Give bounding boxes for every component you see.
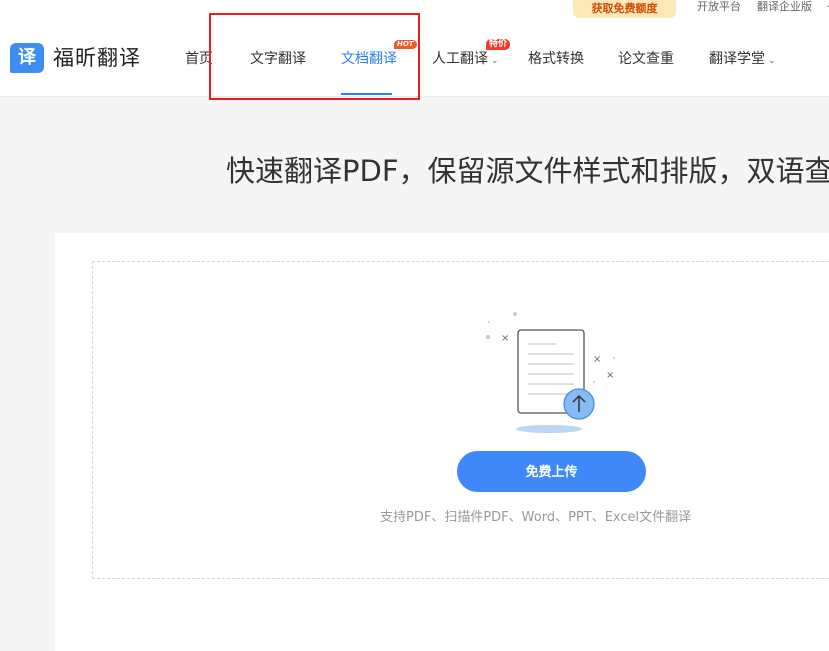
highlight-annotation-box — [209, 13, 420, 100]
nav-item-format-conversion[interactable]: 格式转换 — [528, 50, 584, 68]
page-headline: 快速翻译PDF，保留源文件样式和排版，双语查 — [226, 154, 829, 188]
supported-formats-text: 支持PDF、扫描件PDF、Word、PPT、Excel文件翻译 — [380, 510, 692, 525]
chevron-down-icon: ⌄ — [768, 56, 776, 66]
document-upload-illustration: × × × — [486, 312, 615, 433]
nav-item-label: 人工翻译 — [432, 51, 488, 67]
svg-text:×: × — [606, 370, 614, 381]
nav-item-label: 翻译学堂 — [709, 51, 765, 67]
free-upload-button[interactable]: 免费上传 — [457, 451, 646, 492]
sale-badge: 特价 — [486, 39, 511, 50]
chevron-down-icon: ⌄ — [491, 56, 499, 66]
nav-item-human-translation[interactable]: 人工翻译 ⌄ — [432, 50, 499, 70]
nav-item-plagiarism-check[interactable]: 论文查重 — [618, 50, 674, 68]
enterprise-edition-link[interactable]: 翻译企业版 — [757, 0, 812, 14]
open-platform-link[interactable]: 开放平台 — [697, 0, 741, 14]
svg-text:×: × — [593, 354, 601, 365]
nav-item-translation-academy[interactable]: 翻译学堂 ⌄ — [709, 50, 776, 70]
free-quota-promo-button[interactable]: 获取免费额度 — [573, 0, 676, 18]
logo-speech-bubble-icon: 译 — [10, 43, 44, 73]
svg-text:×: × — [501, 333, 509, 344]
brand-name: 福昕翻译 — [53, 46, 141, 70]
file-dropzone[interactable] — [92, 261, 829, 579]
